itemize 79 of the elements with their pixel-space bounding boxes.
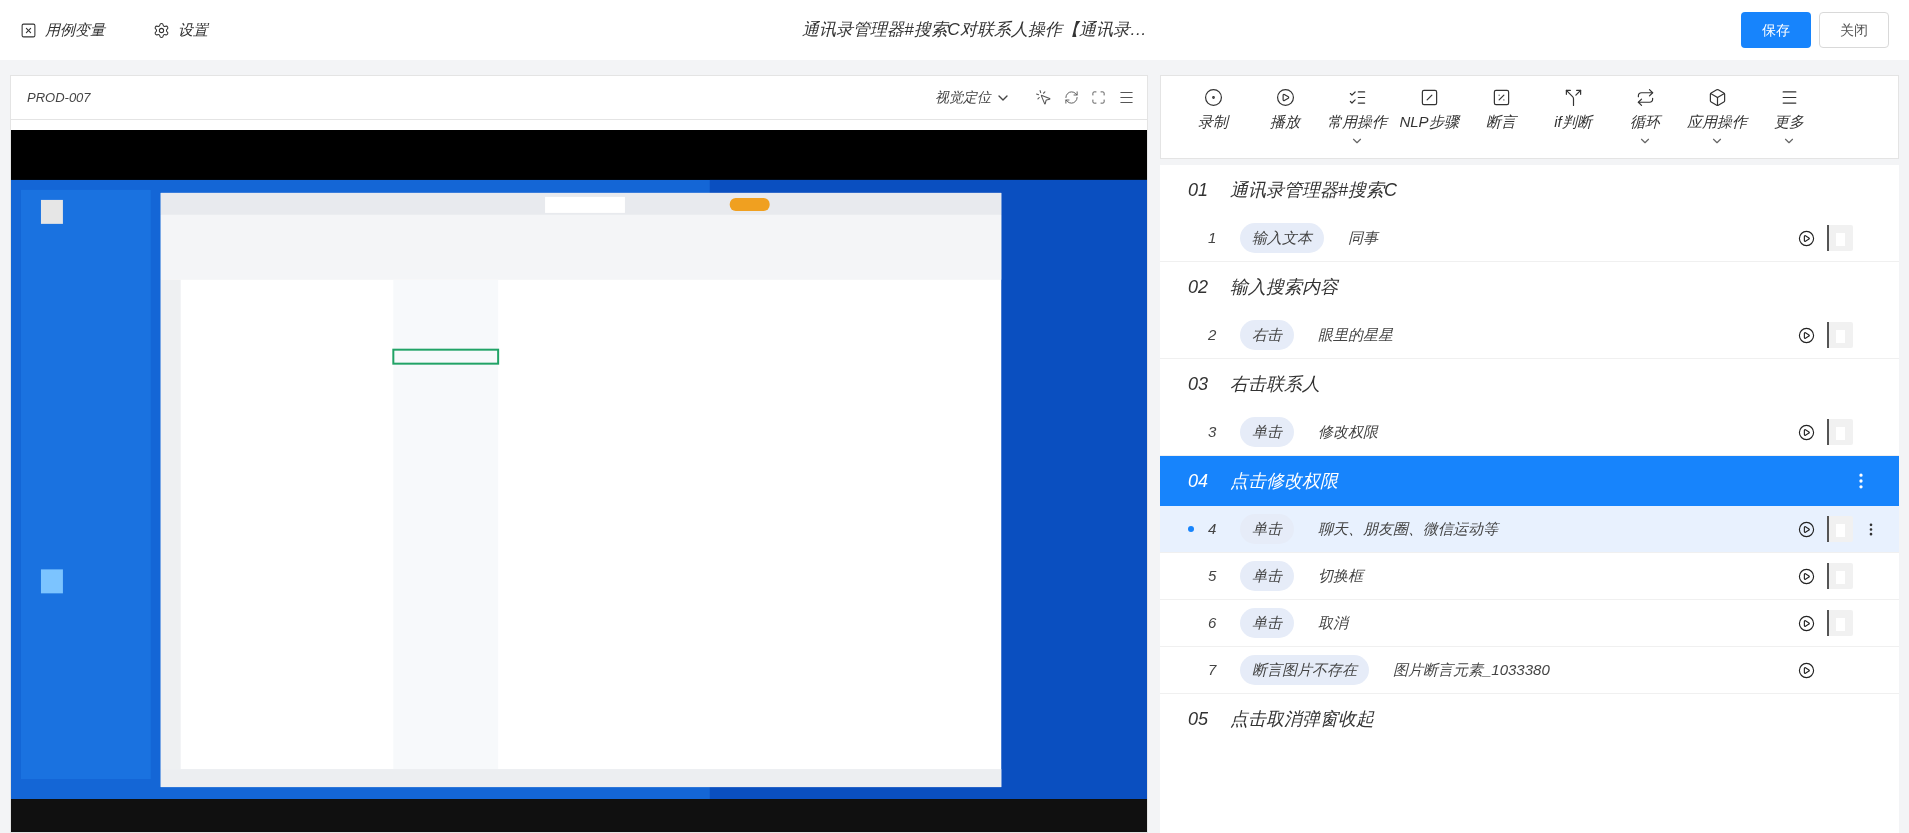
step-row[interactable]: 6 单击 取消 <box>1160 600 1899 647</box>
step-target: 取消 <box>1318 612 1348 633</box>
step-row[interactable]: 7 断言图片不存在 图片断言元素_1033380 <box>1160 647 1899 694</box>
play-icon[interactable] <box>1798 661 1815 679</box>
group-number: 04 <box>1188 469 1210 493</box>
play-icon <box>1275 88 1295 107</box>
group-header[interactable]: 05 点击取消弹窗收起 <box>1160 694 1899 744</box>
step-number: 6 <box>1208 612 1218 633</box>
refresh-icon[interactable] <box>1064 90 1079 105</box>
play-icon[interactable] <box>1798 423 1815 441</box>
toolbar-button[interactable]: 常用操作 <box>1321 88 1393 148</box>
toolbar-button[interactable]: 循环 <box>1609 88 1681 148</box>
group-number: 01 <box>1188 178 1210 202</box>
toolbar-button[interactable]: 录制 <box>1177 88 1249 134</box>
loop-icon <box>1635 88 1655 107</box>
play-icon[interactable] <box>1798 567 1815 585</box>
step-target: 眼里的星星 <box>1318 324 1393 345</box>
step-target: 聊天、朋友圈、微信运动等 <box>1318 518 1498 539</box>
group-title: 通讯录管理器#搜索C <box>1230 178 1397 202</box>
step-number: 5 <box>1208 565 1218 586</box>
action-tag: 输入文本 <box>1240 222 1324 254</box>
action-tag: 单击 <box>1240 607 1294 639</box>
step-number: 3 <box>1208 421 1218 442</box>
group-header[interactable]: 01 通讯录管理器#搜索C <box>1160 165 1899 215</box>
step-row[interactable]: 5 单击 切换框 <box>1160 553 1899 600</box>
play-icon[interactable] <box>1798 614 1815 632</box>
action-tag: 断言图片不存在 <box>1240 654 1369 686</box>
mode-dropdown[interactable]: 视觉定位 <box>935 87 1011 108</box>
toolbar-button[interactable]: if判断 <box>1537 88 1609 134</box>
action-tag: 单击 <box>1240 513 1294 545</box>
group-title: 输入搜索内容 <box>1230 275 1338 299</box>
percent-box-icon <box>1491 88 1511 107</box>
group-number: 05 <box>1188 707 1210 731</box>
fullscreen-icon[interactable] <box>1091 90 1106 105</box>
toolbar-button[interactable]: NLP步骤 <box>1393 88 1465 134</box>
device-id: PROD-007 <box>26 88 91 107</box>
cube-icon <box>1707 88 1727 107</box>
close-button[interactable]: 关闭 <box>1819 12 1889 48</box>
menu-icon[interactable] <box>1118 89 1135 106</box>
slash-box-icon <box>1419 88 1439 107</box>
record-icon <box>1203 88 1223 107</box>
settings-icon <box>153 21 170 39</box>
toolbar-button[interactable]: 应用操作 <box>1681 88 1753 148</box>
group-number: 02 <box>1188 275 1210 299</box>
group-title: 点击取消弹窗收起 <box>1230 707 1374 731</box>
step-row[interactable]: 1 输入文本 同事 <box>1160 215 1899 262</box>
toolbar-button[interactable]: 更多 <box>1753 88 1825 148</box>
action-tag: 单击 <box>1240 560 1294 592</box>
group-number: 03 <box>1188 372 1210 396</box>
step-row[interactable]: 2 右击 眼里的星星 <box>1160 312 1899 359</box>
case-title: 通讯录管理器#搜索C对联系人操作【通讯录… <box>802 19 1147 42</box>
toolbar-button[interactable]: 断言 <box>1465 88 1537 134</box>
step-number: 1 <box>1208 227 1218 248</box>
settings-button[interactable]: 设置 <box>153 18 208 42</box>
step-number: 7 <box>1208 659 1218 680</box>
play-icon[interactable] <box>1798 520 1815 538</box>
checklist-icon <box>1347 88 1367 107</box>
step-number: 2 <box>1208 324 1218 345</box>
group-title: 点击修改权限 <box>1230 469 1338 493</box>
action-tag: 右击 <box>1240 319 1294 351</box>
group-header[interactable]: 03 右击联系人 <box>1160 359 1899 409</box>
play-icon[interactable] <box>1798 229 1815 247</box>
step-target: 图片断言元素_1033380 <box>1393 659 1550 680</box>
step-target: 切换框 <box>1318 565 1363 586</box>
step-target: 修改权限 <box>1318 421 1378 442</box>
step-target: 同事 <box>1348 227 1378 248</box>
step-row[interactable]: 4 单击 聊天、朋友圈、微信运动等 <box>1160 506 1899 553</box>
branch-icon <box>1563 88 1583 107</box>
pointer-icon[interactable] <box>1035 89 1052 106</box>
save-button[interactable]: 保存 <box>1741 12 1811 48</box>
variables-button[interactable]: 用例变量 <box>20 18 105 42</box>
group-title: 右击联系人 <box>1230 372 1320 396</box>
play-icon[interactable] <box>1798 326 1815 344</box>
group-header[interactable]: 02 输入搜索内容 <box>1160 262 1899 312</box>
x-box-icon <box>20 21 37 39</box>
step-number: 4 <box>1208 518 1218 539</box>
action-tag: 单击 <box>1240 416 1294 448</box>
group-header[interactable]: 04 点击修改权限 <box>1160 456 1899 506</box>
toolbar-button[interactable]: 播放 <box>1249 88 1321 134</box>
